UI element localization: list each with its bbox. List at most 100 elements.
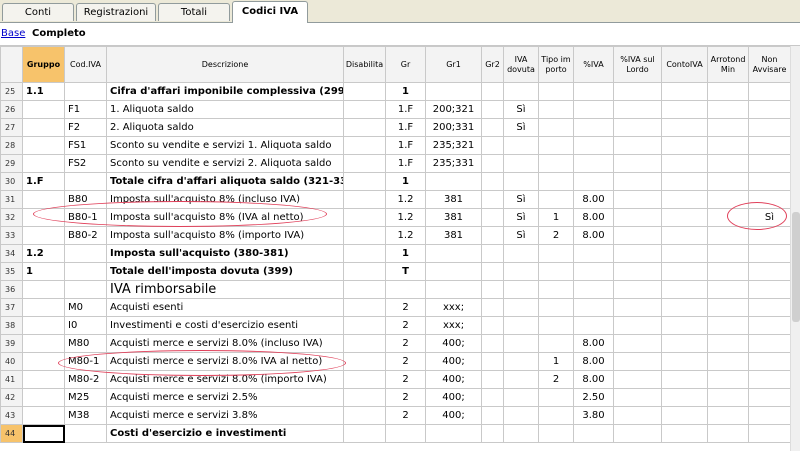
- cell-conto-iva[interactable]: [661, 100, 708, 119]
- cell-gruppo[interactable]: [22, 226, 65, 245]
- cell-tipo-importo[interactable]: 1: [538, 208, 574, 227]
- cell-perc-iva-lordo[interactable]: [613, 280, 662, 299]
- cell-arrotond-min[interactable]: [707, 352, 749, 371]
- cell-gr[interactable]: 1.F: [385, 136, 426, 155]
- cell-descrizione[interactable]: Acquisti merce e servizi 8.0% (importo I…: [106, 370, 344, 389]
- cell-perc-iva[interactable]: [573, 316, 614, 335]
- cell-arrotond-min[interactable]: [707, 424, 749, 443]
- cell-iva-dovuta[interactable]: [503, 136, 539, 155]
- cell-arrotond-min[interactable]: [707, 280, 749, 299]
- cell-disabilita[interactable]: [343, 118, 386, 137]
- cell-disabilita[interactable]: [343, 190, 386, 209]
- cell-gr[interactable]: 2: [385, 406, 426, 425]
- cell-iva-dovuta[interactable]: [503, 82, 539, 101]
- cell-gr1[interactable]: [425, 82, 482, 101]
- cell-cod-iva[interactable]: FS1: [64, 136, 107, 155]
- cell-gruppo[interactable]: [22, 190, 65, 209]
- cell-non-avvisare[interactable]: [748, 244, 791, 263]
- cell-tipo-importo[interactable]: [538, 136, 574, 155]
- cell-tipo-importo[interactable]: [538, 280, 574, 299]
- cell-gr2[interactable]: [481, 100, 504, 119]
- cell-arrotond-min[interactable]: [707, 262, 749, 281]
- cell-gr1[interactable]: 235;331: [425, 154, 482, 173]
- cell-perc-iva-lordo[interactable]: [613, 100, 662, 119]
- cell-cod-iva[interactable]: [64, 262, 107, 281]
- cell-arrotond-min[interactable]: [707, 334, 749, 353]
- cell-perc-iva-lordo[interactable]: [613, 118, 662, 137]
- cell-arrotond-min[interactable]: [707, 100, 749, 119]
- cell-gr[interactable]: 1: [385, 82, 426, 101]
- table-row[interactable]: 27 F2 2. Aliquota saldo 1.F 200;331 Sì: [0, 118, 791, 137]
- table-row[interactable]: 37 M0 Acquisti esenti 2 xxx;: [0, 298, 791, 317]
- cell-gr[interactable]: [385, 280, 426, 299]
- cell-cod-iva[interactable]: M0: [64, 298, 107, 317]
- cell-perc-iva[interactable]: [573, 298, 614, 317]
- cell-perc-iva[interactable]: [573, 82, 614, 101]
- cell-gr[interactable]: T: [385, 262, 426, 281]
- cell-descrizione[interactable]: Imposta sull'acquisto 8% (importo IVA): [106, 226, 344, 245]
- cell-conto-iva[interactable]: [661, 298, 708, 317]
- cell-gr2[interactable]: [481, 82, 504, 101]
- cell-conto-iva[interactable]: [661, 136, 708, 155]
- cell-arrotond-min[interactable]: [707, 190, 749, 209]
- col-header-perc-iva-lordo[interactable]: %IVA sul Lordo: [613, 46, 662, 83]
- cell-descrizione[interactable]: Investimenti e costi d'esercizio esenti: [106, 316, 344, 335]
- cell-conto-iva[interactable]: [661, 316, 708, 335]
- cell-iva-dovuta[interactable]: [503, 172, 539, 191]
- cell-disabilita[interactable]: [343, 316, 386, 335]
- table-row[interactable]: 33 B80-2 Imposta sull'acquisto 8% (importo…: [0, 226, 791, 245]
- cell-non-avvisare[interactable]: [748, 154, 791, 173]
- cell-perc-iva-lordo[interactable]: [613, 316, 662, 335]
- cell-non-avvisare[interactable]: [748, 262, 791, 281]
- cell-descrizione[interactable]: Imposta sull'acquisto 8% (incluso IVA): [106, 190, 344, 209]
- cell-non-avvisare[interactable]: [748, 298, 791, 317]
- table-row[interactable]: 42 M25 Acquisti merce e servizi 2.5% 2 400; 2…: [0, 388, 791, 407]
- table-row[interactable]: 44 Costi d'esercizio e investimenti: [0, 424, 791, 443]
- cell-non-avvisare[interactable]: [748, 406, 791, 425]
- cell-descrizione[interactable]: Costi d'esercizio e investimenti: [106, 424, 344, 443]
- table-row[interactable]: 28 FS1 Sconto su vendite e servizi 1. Aliq…: [0, 136, 791, 155]
- cell-iva-dovuta[interactable]: [503, 316, 539, 335]
- cell-gr[interactable]: [385, 424, 426, 443]
- cell-gruppo[interactable]: 1: [22, 262, 65, 281]
- cell-gr2[interactable]: [481, 280, 504, 299]
- cell-conto-iva[interactable]: [661, 424, 708, 443]
- cell-gr2[interactable]: [481, 190, 504, 209]
- cell-descrizione[interactable]: Acquisti merce e servizi 2.5%: [106, 388, 344, 407]
- cell-iva-dovuta[interactable]: [503, 298, 539, 317]
- cell-cod-iva[interactable]: [64, 82, 107, 101]
- cell-non-avvisare[interactable]: [748, 424, 791, 443]
- cell-gr1[interactable]: xxx;: [425, 298, 482, 317]
- cell-arrotond-min[interactable]: [707, 226, 749, 245]
- cell-iva-dovuta[interactable]: [503, 280, 539, 299]
- cell-iva-dovuta[interactable]: [503, 262, 539, 281]
- table-row[interactable]: 43 M38 Acquisti merce e servizi 3.8% 2 400; 3…: [0, 406, 791, 425]
- col-header-cod-iva[interactable]: Cod.IVA: [64, 46, 107, 83]
- cell-gr2[interactable]: [481, 208, 504, 227]
- cell-gr2[interactable]: [481, 118, 504, 137]
- cell-gruppo[interactable]: [22, 334, 65, 353]
- cell-arrotond-min[interactable]: [707, 154, 749, 173]
- cell-gr1[interactable]: [425, 172, 482, 191]
- cell-iva-dovuta[interactable]: Sì: [503, 100, 539, 119]
- cell-tipo-importo[interactable]: 2: [538, 226, 574, 245]
- table-row[interactable]: 40 M80-1 Acquisti merce e servizi 8.0% IVA…: [0, 352, 791, 371]
- cell-perc-iva-lordo[interactable]: [613, 424, 662, 443]
- table-row[interactable]: 29 FS2 Sconto su vendite e servizi 2. Aliq…: [0, 154, 791, 173]
- cell-conto-iva[interactable]: [661, 226, 708, 245]
- cell-arrotond-min[interactable]: [707, 298, 749, 317]
- vertical-scrollbar[interactable]: [790, 46, 800, 451]
- cell-gr2[interactable]: [481, 352, 504, 371]
- cell-disabilita[interactable]: [343, 298, 386, 317]
- cell-gr[interactable]: 2: [385, 334, 426, 353]
- col-header-gruppo[interactable]: Gruppo: [22, 46, 65, 83]
- cell-tipo-importo[interactable]: [538, 316, 574, 335]
- cell-non-avvisare[interactable]: [748, 118, 791, 137]
- col-header-perc-iva[interactable]: %IVA: [573, 46, 614, 83]
- cell-cod-iva[interactable]: B80: [64, 190, 107, 209]
- cell-perc-iva[interactable]: [573, 244, 614, 263]
- cell-gr1[interactable]: 200;321: [425, 100, 482, 119]
- cell-gr1[interactable]: 400;: [425, 388, 482, 407]
- cell-gr1[interactable]: 200;331: [425, 118, 482, 137]
- cell-non-avvisare[interactable]: [748, 82, 791, 101]
